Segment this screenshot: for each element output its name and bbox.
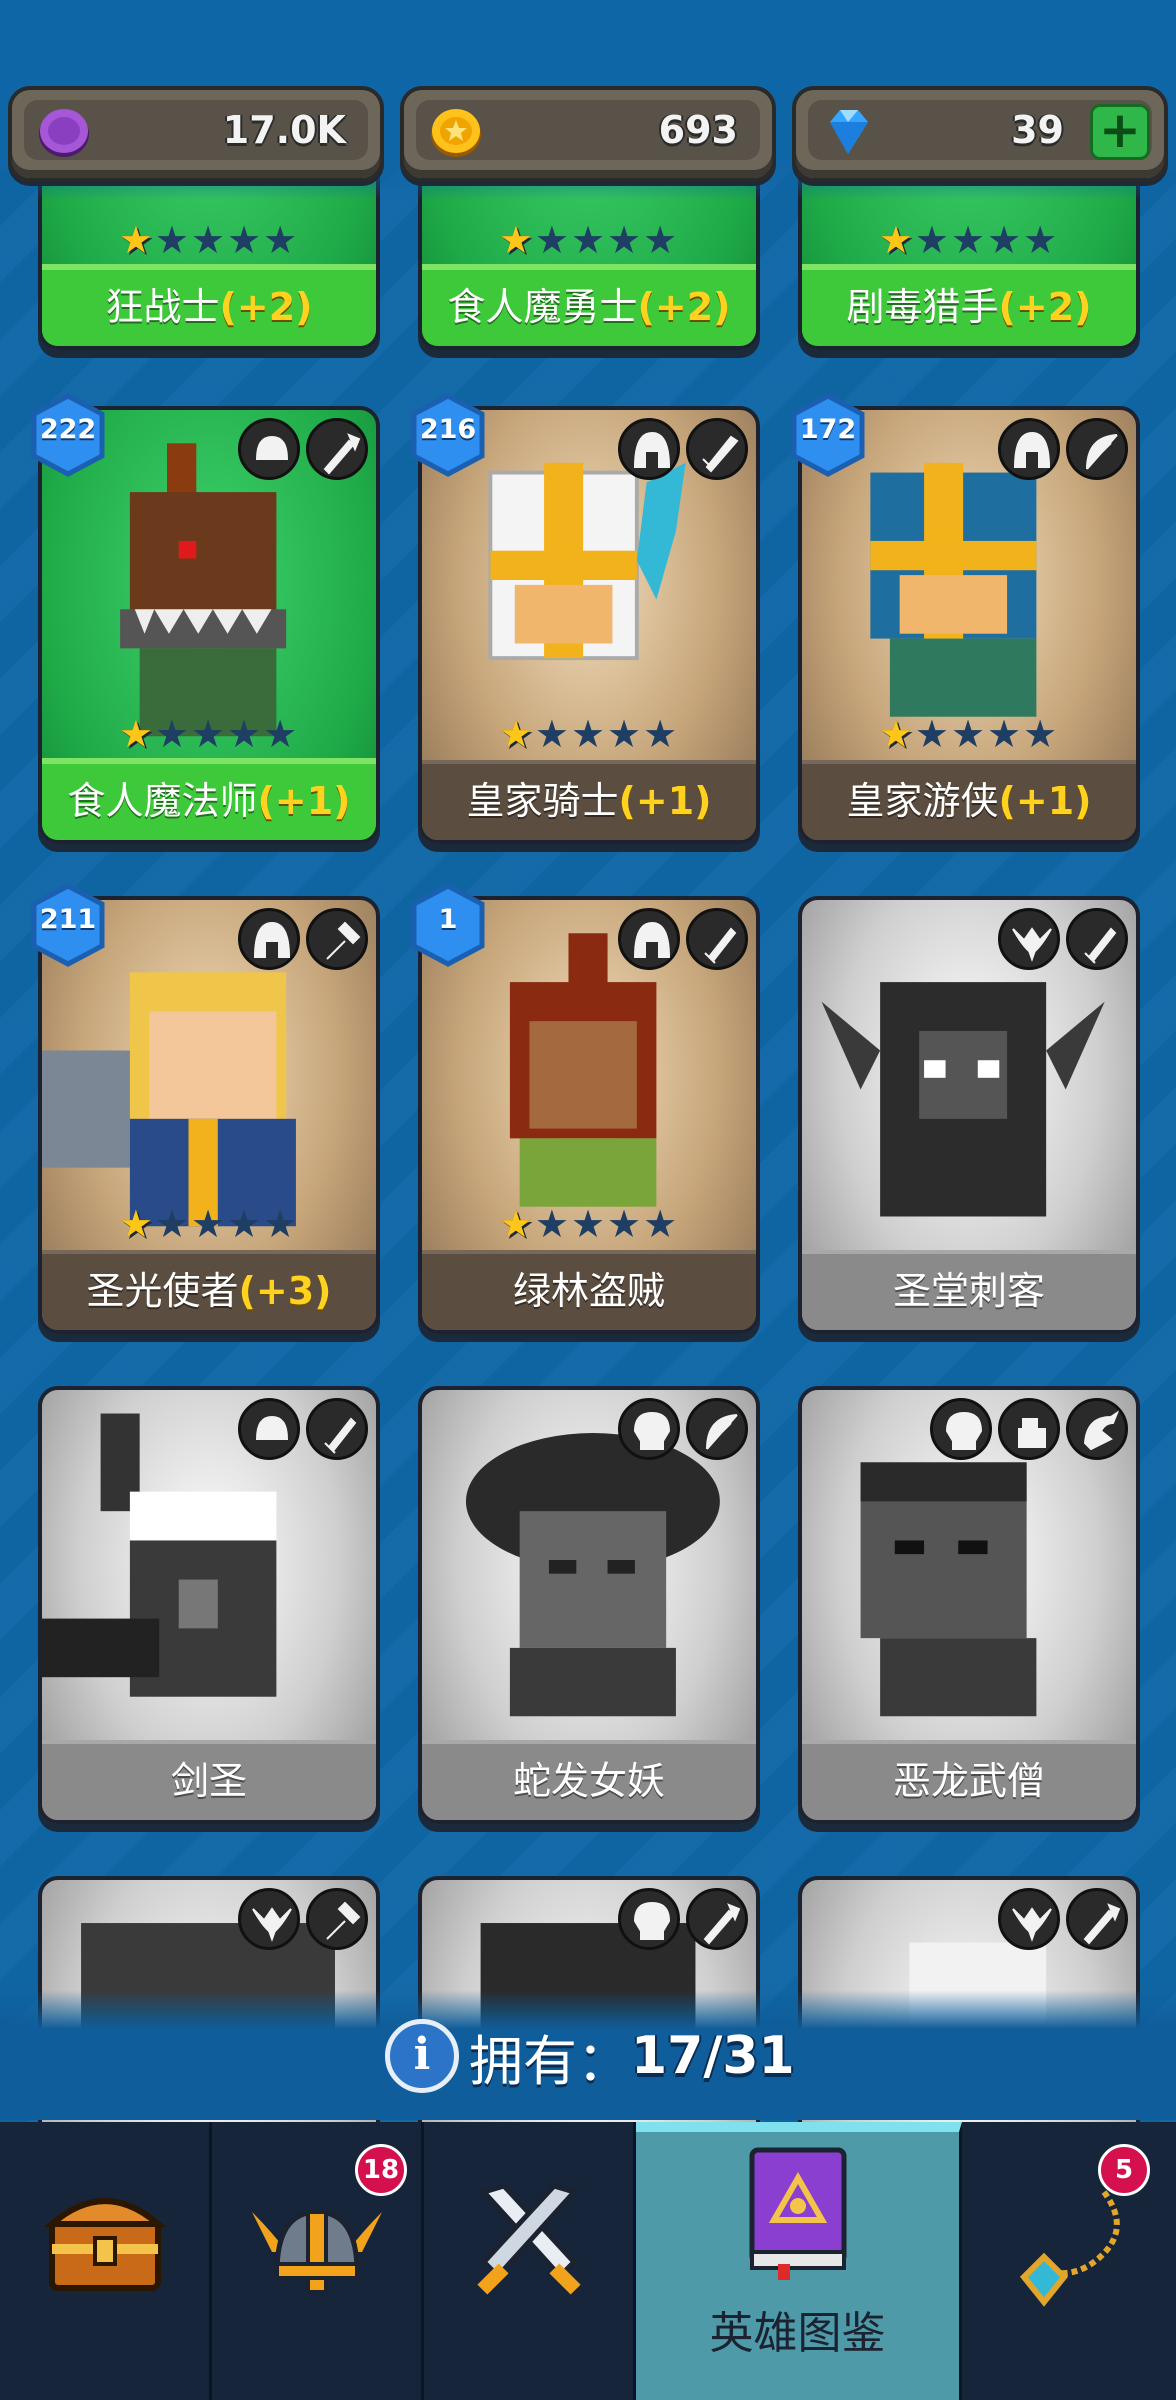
elixir-value: 17.0K [222,108,346,152]
dragon-icon [1066,1398,1128,1460]
bottom-nav: 18 英雄图鉴 5 [0,2122,1176,2400]
hero-name: 恶龙武僧 [802,1740,1136,1820]
sword-icon [686,418,748,480]
treasure-chest-icon [43,2198,166,2291]
hero-level-value: 172 [799,414,857,445]
hero-card-locked[interactable]: 蛇发女妖 [418,1386,760,1824]
hero-card-locked[interactable]: 剑圣 [38,1386,380,1824]
tab-battle[interactable] [424,2122,636,2400]
hero-name: 圣光使者(+3) [42,1250,376,1330]
hero-level-badge: 172 [788,392,868,478]
tab-items[interactable]: 5 [962,2122,1176,2400]
star-rating: ★★★★★ [118,218,300,262]
heroes-badge: 18 [355,2144,407,2196]
add-gems-button[interactable]: + [1090,104,1150,160]
helmet-icon [238,908,300,970]
skull-icon [618,1888,680,1950]
tab-collection[interactable]: 英雄图鉴 [636,2122,962,2400]
winged-emblem-icon [998,1888,1060,1950]
currency-bar: 17.0K 693 39 + [0,0,1176,200]
bow-icon [1066,418,1128,480]
hero-name: 皇家骑士(+1) [422,760,756,840]
hero-name: 蛇发女妖 [422,1740,756,1820]
dagger-icon [1066,908,1128,970]
skull-icon [930,1398,992,1460]
winged-emblem-icon [238,1888,300,1950]
winged-emblem-icon [998,908,1060,970]
dagger-icon [306,1398,368,1460]
star-rating: ★★★★★ [118,1202,300,1246]
star-rating: ★★★★★ [498,218,680,262]
tab-heroes[interactable]: 18 [212,2122,424,2400]
staff-icon [1066,1888,1128,1950]
owned-count: 17/31 [631,2026,795,2086]
hero-level-value: 222 [39,414,97,445]
hero-level-badge: 216 [408,392,488,478]
hero-level-value: 216 [419,414,477,445]
dagger-icon [686,908,748,970]
tab-shop[interactable] [0,2122,212,2400]
helmet-icon [618,908,680,970]
star-rating: ★★★★★ [498,1202,680,1246]
elixir-counter[interactable]: 17.0K [8,86,384,182]
staff-icon [686,1888,748,1950]
hero-name: 剑圣 [42,1740,376,1820]
hero-name: 绿林盗贼 [422,1250,756,1330]
hero-name: 皇家游侠(+1) [802,760,1136,840]
hammer-icon [306,908,368,970]
star-rating: ★★★★★ [878,712,1060,756]
hero-level-value: 211 [39,904,97,935]
star-rating: ★★★★★ [878,218,1060,262]
purple-coin-icon [39,109,89,157]
items-badge: 5 [1098,2144,1150,2196]
hero-level-value: 1 [438,904,458,935]
ogre-icon [238,418,300,480]
gold-value: 693 [658,108,738,152]
staff-icon [306,418,368,480]
hammer-icon [306,1888,368,1950]
gem-value: 39 [1011,108,1064,152]
owned-label: 拥有： [469,2029,631,2093]
gold-counter[interactable]: 693 [400,86,776,182]
hero-card-locked[interactable]: 圣堂刺客 [798,896,1140,1334]
star-rating: ★★★★★ [498,712,680,756]
bow-icon [686,1398,748,1460]
crossed-swords-icon [476,2183,581,2295]
gem-counter[interactable]: 39 + [792,86,1168,182]
hero-level-badge: 222 [28,392,108,478]
diamond-icon [830,110,868,154]
tab-collection-label: 英雄图鉴 [709,2308,886,2359]
hero-name: 食人魔勇士(+2) [422,264,756,346]
hero-name: 剧毒猎手(+2) [802,264,1136,346]
collection-count: i 拥有： 17/31 [385,2016,795,2096]
helmet-icon [998,418,1060,480]
hero-level-badge: 1 [408,882,488,968]
fist-icon [998,1398,1060,1460]
info-icon[interactable]: i [385,2019,459,2093]
helmet-icon [618,418,680,480]
hero-name: 狂战士(+2) [42,264,376,346]
gold-coin-icon [431,109,481,157]
hero-card-locked[interactable]: 恶龙武僧 [798,1386,1140,1824]
hero-level-badge: 211 [28,882,108,968]
hero-name: 食人魔法师(+1) [42,758,376,840]
star-rating: ★★★★★ [118,712,300,756]
skull-icon [618,1398,680,1460]
hero-name: 圣堂刺客 [802,1250,1136,1330]
ogre-icon [238,1398,300,1460]
spellbook-icon [749,2147,846,2280]
